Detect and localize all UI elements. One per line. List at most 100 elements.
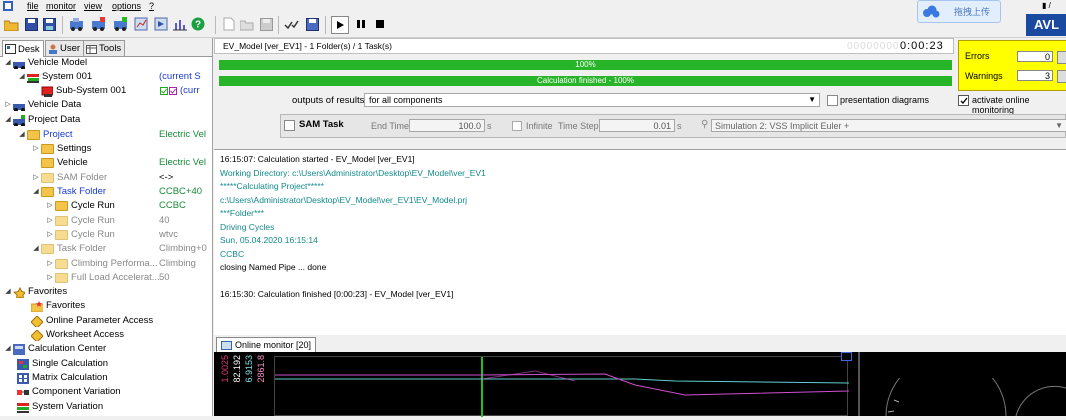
collapse-arrow-icon[interactable]: ▷ — [46, 271, 54, 285]
tree-sam-folder-label: SAM Folder — [57, 172, 108, 183]
time-step-label: Time Step — [558, 121, 599, 131]
online-monitor-view: 1.0025 82.192 6.9153 2861.8 — [214, 352, 1066, 417]
online-monitoring-checkbox[interactable] — [958, 95, 969, 106]
menu-monitor[interactable]: monitor — [46, 0, 76, 12]
tree-worksheet-access[interactable]: Worksheet Access — [30, 328, 124, 342]
collapse-arrow-icon[interactable]: ▷ — [32, 171, 40, 185]
save-as-icon[interactable] — [41, 16, 57, 32]
project-icon[interactable] — [112, 16, 128, 32]
project-data-icon — [13, 114, 25, 126]
presentation-checkbox[interactable] — [827, 95, 838, 106]
tree-calculation-center[interactable]: ◢ Calculation Center — [4, 342, 106, 356]
check-icon[interactable] — [284, 16, 300, 32]
star-folder-icon — [31, 300, 43, 312]
end-time-input[interactable]: 100.0 — [409, 119, 485, 132]
menu-file[interactable]: file — [27, 0, 39, 12]
collapse-arrow-icon[interactable]: ▷ — [4, 98, 12, 112]
stop-icon[interactable] — [372, 16, 388, 32]
tree-cycle-run-2[interactable]: ▷ Cycle Run — [46, 214, 115, 228]
tree-cycle-run-3[interactable]: ▷ Cycle Run — [46, 228, 115, 242]
help-icon[interactable]: ? — [190, 16, 206, 32]
collapse-arrow-icon[interactable]: ▷ — [32, 142, 40, 156]
tree-project[interactable]: ◢ Project — [18, 128, 73, 142]
run-calculation-icon[interactable] — [153, 16, 169, 32]
folder-icon — [41, 158, 54, 168]
tree-favorites-group[interactable]: ◢ Favorites — [4, 285, 67, 299]
tree-full-load-label: Full Load Accelerat... — [71, 272, 160, 283]
collapse-arrow-icon[interactable]: ▷ — [46, 257, 54, 271]
tree-subsystem[interactable]: Sub-System 001 — [40, 84, 126, 98]
tab-desk[interactable]: Desk — [2, 40, 44, 57]
subsystem-checkboxes[interactable] — [160, 87, 177, 96]
tree-task-folder-1[interactable]: ◢ Task Folder — [32, 185, 106, 199]
expand-arrow-icon[interactable]: ◢ — [32, 185, 40, 199]
tree-vehicle[interactable]: Vehicle — [40, 156, 88, 170]
tree-vehicle-data-label: Vehicle Data — [28, 99, 82, 110]
tree-vehicle-model[interactable]: ◢ Vehicle Model — [4, 56, 87, 70]
save-results-icon[interactable] — [304, 16, 320, 32]
upload-button[interactable]: 拖拽上传 — [917, 0, 1001, 23]
open-folder-icon[interactable] — [3, 16, 19, 32]
results-chart-icon[interactable] — [172, 16, 188, 32]
new-document-icon[interactable] — [221, 16, 237, 32]
desk-icon — [5, 44, 16, 54]
tree-sam-folder[interactable]: ▷ SAM Folder — [32, 171, 107, 185]
tree-full-load[interactable]: ▷ Full Load Accelerat... — [46, 271, 160, 285]
sam-task-checkbox[interactable] — [284, 120, 295, 131]
component-variation-icon — [17, 389, 29, 395]
tree-project-data[interactable]: ◢ Project Data — [4, 113, 80, 127]
collapse-arrow-icon[interactable]: ▷ — [46, 214, 54, 228]
outputs-select-value: for all components — [369, 95, 443, 105]
tree-online-parameter-access[interactable]: Online Parameter Access — [30, 314, 153, 328]
tree-vehicle-data[interactable]: ▷ Vehicle Data — [4, 98, 81, 112]
tree-settings[interactable]: ▷ Settings — [32, 142, 91, 156]
open-document-icon[interactable] — [239, 16, 255, 32]
expand-arrow-icon[interactable]: ◢ — [32, 242, 40, 256]
time-step-input[interactable]: 0.01 — [599, 119, 675, 132]
gauge-icon — [885, 378, 1066, 416]
tree-favorites[interactable]: Favorites — [30, 299, 85, 313]
tree-system-variation[interactable]: System Variation — [16, 400, 103, 414]
save-disabled-icon[interactable] — [258, 16, 274, 32]
menu-help[interactable]: ? — [149, 0, 154, 12]
expand-arrow-icon[interactable]: ◢ — [18, 128, 26, 142]
errors-detail-icon[interactable] — [1057, 51, 1066, 64]
play-icon[interactable] — [331, 16, 349, 34]
expand-arrow-icon[interactable]: ◢ — [4, 285, 12, 299]
outputs-select[interactable]: for all components ▼ — [364, 93, 820, 107]
menu-options[interactable]: options — [112, 0, 141, 12]
save-icon[interactable] — [23, 16, 39, 32]
tree-climbing-performance[interactable]: ▷ Climbing Performa... — [46, 257, 158, 271]
component-icon[interactable] — [90, 16, 106, 32]
collapse-arrow-icon[interactable]: ▷ — [46, 199, 54, 213]
expand-arrow-icon[interactable]: ◢ — [18, 70, 26, 84]
window-controls[interactable]: ▮ / — [1042, 0, 1051, 12]
tree-calculation-center-label: Calculation Center — [28, 343, 107, 354]
tree-matrix-calculation[interactable]: Matrix Calculation — [16, 371, 108, 385]
plot-maximize-icon[interactable] — [841, 352, 852, 361]
vehicle-model-icon[interactable] — [68, 16, 84, 32]
tree-cycle-run-1[interactable]: ▷ Cycle Run — [46, 199, 115, 213]
online-monitor-tab-label: Online monitor [20] — [235, 340, 312, 350]
monitor-plot-lines — [275, 357, 850, 417]
menu-view[interactable]: view — [84, 0, 102, 12]
collapse-arrow-icon[interactable]: ▷ — [46, 228, 54, 242]
online-monitor-tab[interactable]: Online monitor [20] — [216, 337, 317, 353]
infinite-checkbox[interactable] — [512, 121, 522, 131]
expand-arrow-icon[interactable]: ◢ — [4, 56, 12, 70]
expand-arrow-icon[interactable]: ◢ — [4, 113, 12, 127]
warnings-detail-icon[interactable] — [1057, 70, 1066, 83]
pause-icon[interactable] — [353, 16, 369, 32]
tab-user[interactable]: User — [45, 40, 85, 56]
tree-task-folder-2-value: Climbing+0 — [159, 243, 207, 254]
solver-select[interactable]: Simulation 2: VSS Implicit Euler + ▼ — [711, 119, 1066, 132]
tree-component-variation[interactable]: Component Variation — [16, 385, 121, 399]
tree-single-calculation[interactable]: Single Calculation — [16, 357, 108, 371]
calculation-icon[interactable] — [133, 16, 149, 32]
tree-project-label: Project — [43, 129, 73, 140]
expand-arrow-icon[interactable]: ◢ — [4, 342, 12, 356]
menu-bar: file monitor view options ? ▮ / — [0, 0, 1066, 12]
tree-system[interactable]: ◢ System 001 — [18, 70, 92, 84]
tab-tools[interactable]: Tools — [83, 40, 126, 56]
tree-task-folder-2[interactable]: ◢ Task Folder — [32, 242, 106, 256]
